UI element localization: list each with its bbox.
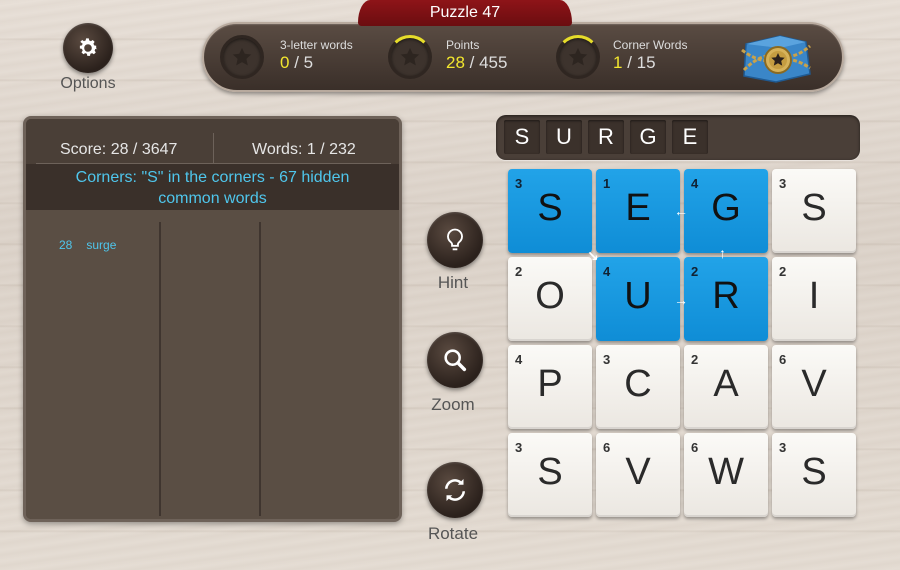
- path-arrow-icon: →: [674, 292, 688, 308]
- words-count-text: Words: 1 / 232: [252, 141, 356, 158]
- letter-tile[interactable]: 6V: [772, 345, 856, 429]
- zoom-button[interactable]: [427, 332, 483, 388]
- letter-tile[interactable]: 2I: [772, 257, 856, 341]
- letter-tile[interactable]: 2A: [684, 345, 768, 429]
- path-arrow-icon: ↘: [587, 248, 599, 264]
- found-word-item[interactable]: 28 surge: [59, 238, 116, 252]
- rotate-button[interactable]: [427, 462, 483, 518]
- letter-tile[interactable]: 3S: [508, 433, 592, 517]
- current-word-bar: S U R G E: [496, 115, 860, 160]
- header-divider: [213, 133, 214, 165]
- letter-tile[interactable]: 4G: [684, 169, 768, 253]
- gear-icon: [79, 38, 98, 56]
- star-icon: [556, 35, 600, 79]
- hint-label: Hint: [437, 273, 469, 292]
- letter-tile[interactable]: 1E: [596, 169, 680, 253]
- letter-tile[interactable]: 3S: [508, 169, 592, 253]
- current-word-letter: G: [630, 120, 666, 154]
- found-words-area: 28 surge: [26, 210, 399, 519]
- star-icon: [220, 35, 264, 79]
- hint-button[interactable]: [427, 212, 483, 268]
- path-arrow-icon: ↑: [719, 245, 726, 261]
- letter-tile[interactable]: 4U: [596, 257, 680, 341]
- letter-tile[interactable]: 6V: [596, 433, 680, 517]
- star-icon: [388, 35, 432, 79]
- score-text: Score: 28 / 3647: [60, 141, 178, 158]
- current-word-letter: S: [504, 120, 540, 154]
- column-divider: [159, 222, 161, 516]
- letter-tile[interactable]: 3S: [772, 433, 856, 517]
- magnifier-icon: [444, 349, 467, 372]
- puzzle-title: Puzzle 47: [358, 0, 572, 26]
- current-word-letter: R: [588, 120, 624, 154]
- letter-tile[interactable]: 2O: [508, 257, 592, 341]
- panel-header: Score: 28 / 3647 Words: 1 / 232: [26, 119, 399, 165]
- corners-info: Corners: "S" in the corners - 67 hidden …: [26, 164, 399, 210]
- letter-tile[interactable]: 4P: [508, 345, 592, 429]
- letter-tile[interactable]: 3C: [596, 345, 680, 429]
- lightbulb-icon: [447, 228, 463, 251]
- current-word-letter: E: [672, 120, 708, 154]
- rotate-icon: [445, 479, 465, 501]
- column-divider: [259, 222, 261, 516]
- letter-tile[interactable]: 3S: [772, 169, 856, 253]
- rotate-label: Rotate: [427, 524, 479, 543]
- current-word-letter: U: [546, 120, 582, 154]
- zoom-label: Zoom: [431, 395, 475, 414]
- options-button[interactable]: [63, 23, 113, 73]
- path-arrow-icon: ←: [674, 203, 688, 219]
- letter-tile[interactable]: 6W: [684, 433, 768, 517]
- options-label: Options: [60, 75, 116, 92]
- words-panel: Score: 28 / 3647 Words: 1 / 232 Corners:…: [23, 116, 402, 522]
- treasure-chest-icon[interactable]: [740, 30, 812, 86]
- letter-tile[interactable]: 2R: [684, 257, 768, 341]
